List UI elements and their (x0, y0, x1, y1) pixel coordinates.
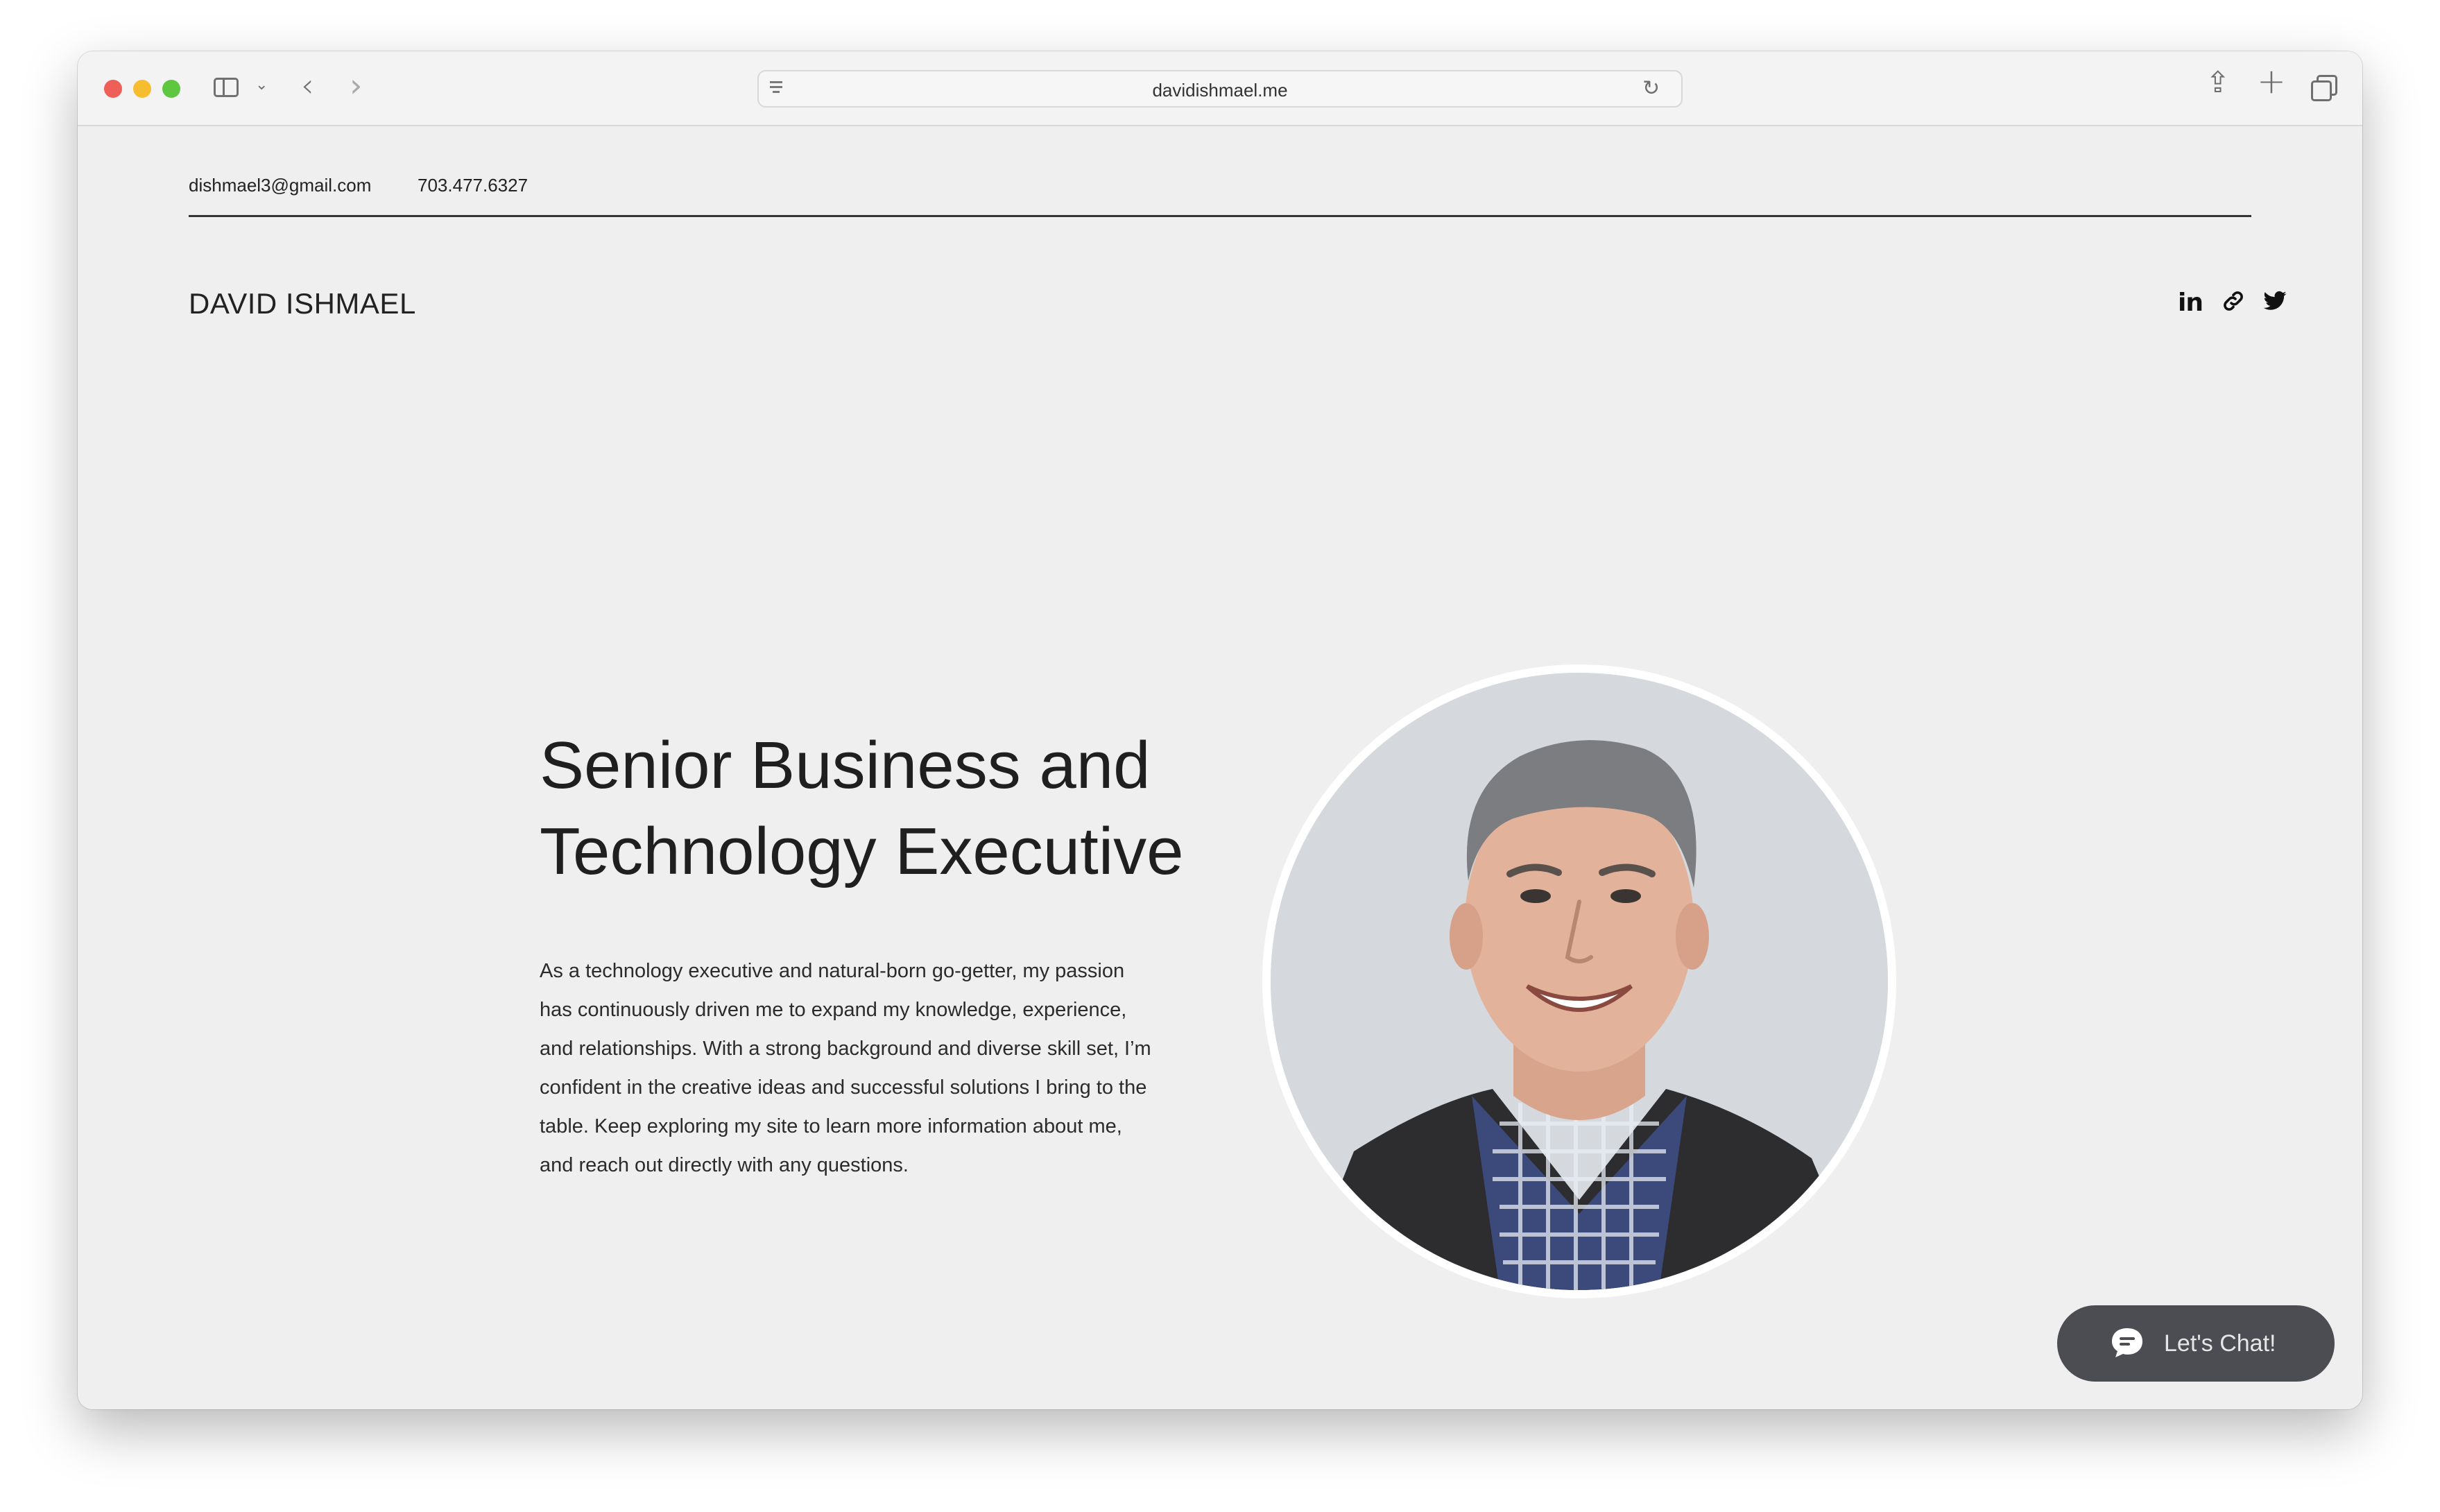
maximize-window-button[interactable] (162, 80, 180, 98)
url-text[interactable]: davidishmael.me (759, 80, 1681, 101)
chat-bubble-icon (2110, 1326, 2145, 1359)
close-window-button[interactable] (104, 80, 122, 98)
twitter-icon[interactable] (2262, 289, 2287, 320)
bio-line: and reach out directly with any question… (540, 1154, 909, 1176)
headline-line-1: Senior Business and (540, 728, 1151, 802)
back-button[interactable]: ‹ (301, 69, 313, 101)
lets-chat-button[interactable]: Let's Chat! (2057, 1305, 2335, 1382)
forward-button[interactable]: › (350, 69, 362, 101)
headline-line-2: Technology Executive (540, 814, 1184, 888)
chevron-down-icon[interactable]: ⌄ (255, 78, 268, 93)
bio-paragraph: As a technology executive and natural-bo… (540, 952, 1192, 1185)
bio-line: As a technology executive and natural-bo… (540, 960, 1125, 982)
site-title[interactable]: DAVID ISHMAEL (189, 287, 416, 320)
browser-toolbar: ⌄ ‹ › davidishmael.me ↻ ⇪ + (78, 51, 2362, 126)
header-divider (189, 215, 2251, 217)
bio-line: table. Keep exploring my site to learn m… (540, 1115, 1122, 1137)
bio-line: and relationships. With a strong backgro… (540, 1038, 1151, 1060)
chat-label: Let's Chat! (2164, 1330, 2276, 1357)
profile-photo (1271, 673, 1888, 1290)
page-content: dishmael3@gmail.com 703.477.6327 DAVID I… (78, 126, 2362, 1409)
link-icon[interactable] (2221, 289, 2246, 320)
phone-number[interactable]: 703.477.6327 (418, 175, 528, 196)
minimize-window-button[interactable] (133, 80, 151, 98)
plus-icon[interactable]: + (2257, 64, 2286, 98)
hero-headline: Senior Business and Technology Executive (540, 723, 1233, 895)
tabs-icon[interactable] (2311, 75, 2337, 101)
portrait-frame (1262, 664, 1896, 1298)
bio-line: confident in the creative ideas and succ… (540, 1076, 1147, 1099)
reload-icon[interactable]: ↻ (1642, 78, 1660, 99)
linkedin-icon[interactable]: in (2178, 289, 2203, 317)
browser-window: ⌄ ‹ › davidishmael.me ↻ ⇪ + dishmael3@gm… (78, 51, 2362, 1409)
email-link[interactable]: dishmael3@gmail.com (189, 175, 371, 196)
address-bar[interactable]: davidishmael.me ↻ (757, 70, 1683, 108)
bio-line: has continuously driven me to expand my … (540, 999, 1127, 1021)
sidebar-toggle-icon[interactable] (214, 78, 239, 97)
share-icon[interactable]: ⇪ (2206, 68, 2230, 97)
